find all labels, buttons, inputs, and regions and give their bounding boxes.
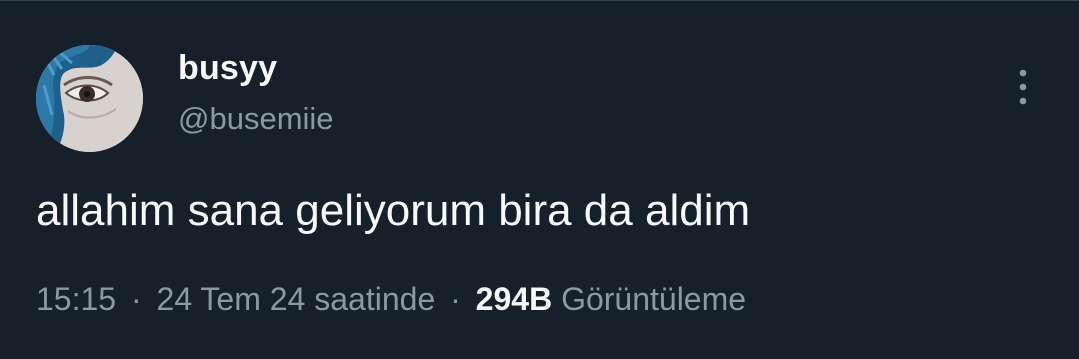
- avatar-image: [36, 45, 143, 152]
- display-name[interactable]: busyy: [178, 49, 277, 88]
- tweet-card: busyy @busemiie allahim sana geliyorum b…: [0, 0, 1079, 359]
- avatar[interactable]: [36, 45, 143, 152]
- views-label: Görüntüleme: [561, 281, 747, 317]
- views-count[interactable]: 294B: [476, 281, 553, 317]
- meta-separator: ·: [130, 281, 142, 317]
- user-handle[interactable]: @busemiie: [178, 101, 334, 137]
- tweet-date[interactable]: 24 Tem 24 saatinde: [157, 281, 436, 317]
- meta-separator: ·: [450, 281, 461, 317]
- tweet-time[interactable]: 15:15: [36, 281, 116, 317]
- tweet-meta: 15:15 · 24 Tem 24 saatinde · 294B Görünt…: [36, 281, 746, 318]
- more-vertical-icon[interactable]: [1009, 67, 1037, 107]
- tweet-text: allahim sana geliyorum bira da aldim: [36, 186, 751, 235]
